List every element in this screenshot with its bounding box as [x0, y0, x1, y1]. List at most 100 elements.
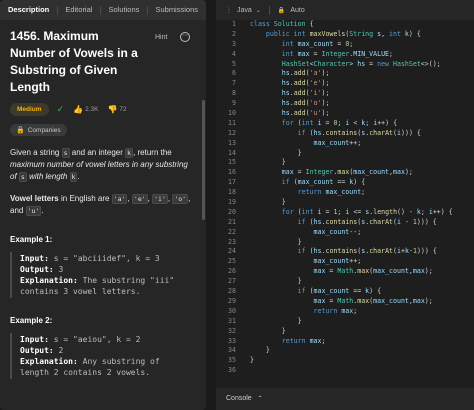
companies-button[interactable]: 🔒 Companies: [10, 124, 67, 136]
lock-icon: 🔒: [16, 127, 25, 134]
code-token: length: [373, 207, 398, 216]
code-line[interactable]: 35}: [216, 356, 474, 366]
code-line[interactable]: 17 if (max_count == k) {: [216, 178, 474, 188]
code-token: max: [412, 296, 425, 305]
code-token: int: [301, 207, 318, 216]
inline-code: 'o': [172, 194, 189, 204]
line-number: 26: [228, 267, 236, 276]
code-line[interactable]: 29 max = Math.max(max_count,max);: [216, 297, 474, 307]
console-label: Console: [226, 395, 252, 402]
code-line[interactable]: 13 max_count++;: [216, 139, 474, 149]
chevron-up-icon[interactable]: ⌃: [258, 396, 263, 402]
line-number: 33: [228, 336, 236, 345]
inline-code: s: [61, 148, 70, 158]
companies-label: Companies: [27, 126, 61, 134]
code-token: =: [325, 267, 338, 276]
code-line[interactable]: 1 class Solution {: [216, 20, 474, 30]
tab-editorial[interactable]: Editorial: [57, 0, 100, 20]
code-token: }: [250, 316, 302, 325]
code-line[interactable]: 25 max_count++;: [216, 257, 474, 267]
code-token: max: [341, 306, 354, 315]
code-line[interactable]: 9 hs.add('o');: [216, 99, 474, 109]
code-line[interactable]: 16 max = Integer.max(max_count,max);: [216, 168, 474, 178]
code-line[interactable]: 4 int max = Integer.MIN_VALUE;: [216, 50, 474, 60]
code-line[interactable]: 6 hs.add('a');: [216, 69, 474, 79]
code-editor-panel: ⋮ Java ⌄ 🔒 Auto 1 class Solution {2 publi…: [216, 0, 474, 410]
code-line[interactable]: 19 }: [216, 198, 474, 208]
code-line[interactable]: 14 }: [216, 149, 474, 159]
code-line[interactable]: 33 return max;: [216, 337, 474, 347]
code-token: }: [250, 198, 286, 207]
code-line[interactable]: 12 if (hs.contains(s.charAt(i))) {: [216, 129, 474, 139]
auto-mode-label[interactable]: Auto: [290, 7, 304, 14]
difficulty-badge: Medium: [10, 102, 49, 116]
code-token: max_count: [313, 287, 350, 296]
description-scrollbar[interactable]: [202, 100, 205, 220]
example-input: s = "aeiou", k = 2: [53, 335, 141, 344]
console-toggle[interactable]: Console ⌃: [216, 388, 474, 410]
language-select[interactable]: Java: [237, 7, 252, 14]
hint-button[interactable]: Hint: [155, 34, 167, 41]
example-output: 3: [58, 265, 64, 274]
drag-handle-icon[interactable]: ⋮: [226, 7, 232, 14]
code-line[interactable]: 32 }: [216, 327, 474, 337]
code-line[interactable]: 2 public int maxVowels(String s, int k) …: [216, 30, 474, 40]
example-1-title: Example 1:: [10, 235, 53, 244]
code-token: if: [297, 128, 310, 137]
code-line[interactable]: 10 hs.add('u');: [216, 109, 474, 119]
code-line[interactable]: 3 int max_count = 0;: [216, 40, 474, 50]
code-token: 'u': [309, 109, 322, 118]
code-token: }: [250, 158, 286, 167]
code-line[interactable]: 18 return max_count;: [216, 188, 474, 198]
code-token: ))) {: [416, 217, 437, 226]
code-token: () -: [397, 207, 417, 216]
code-token: hs: [281, 69, 290, 78]
code-token: =: [333, 39, 346, 48]
code-token: );: [424, 267, 433, 276]
code-line[interactable]: 5 HashSet<Character> hs = new HashSet<>(…: [216, 60, 474, 70]
tab-description[interactable]: Description: [0, 0, 57, 20]
code-token: hs: [357, 59, 366, 68]
code-line[interactable]: 22 max_count--;: [216, 228, 474, 238]
code-token: for: [281, 207, 298, 216]
code-line[interactable]: 8 hs.add('i');: [216, 89, 474, 99]
code-line[interactable]: 7 hs.add('e');: [216, 79, 474, 89]
code-line[interactable]: 27 }: [216, 277, 474, 287]
example-input: s = "abciiidef", k = 3: [53, 254, 160, 263]
more-options-icon[interactable]: ⋯: [180, 32, 190, 42]
code-line[interactable]: 30 return max;: [216, 307, 474, 317]
inline-code: 'i': [152, 194, 168, 204]
code-line[interactable]: 34 }: [216, 346, 474, 356]
tab-submissions[interactable]: Submissions: [147, 0, 206, 20]
code-token: max_count: [313, 227, 350, 236]
tab-solutions[interactable]: Solutions: [101, 0, 148, 20]
explanation-label: Explanation:: [20, 357, 78, 366]
code-line[interactable]: 36: [216, 366, 474, 376]
code-token: if: [297, 247, 310, 256]
problem-title: 1456. Maximum Number of Vowels in a Subs…: [10, 29, 138, 94]
code-line[interactable]: 26 max = Math.max(max_count,max);: [216, 267, 474, 277]
code-token: new: [377, 59, 393, 68]
code-line[interactable]: 28 if (max_count == k) {: [216, 287, 474, 297]
code-token: =: [325, 296, 338, 305]
code-line[interactable]: 15 }: [216, 158, 474, 168]
code-line[interactable]: 23 }: [216, 238, 474, 248]
dislike-icon[interactable]: 👎: [107, 105, 117, 114]
like-icon[interactable]: 👍: [73, 105, 83, 114]
inline-code: 'u': [25, 206, 42, 216]
code-line[interactable]: 31 }: [216, 317, 474, 327]
code-line[interactable]: 20 for (int i = 1; i <= s.length() - k; …: [216, 208, 474, 218]
line-number: 13: [228, 138, 236, 147]
code-token: add: [293, 99, 306, 108]
code-line[interactable]: 21 if (hs.contains(s.charAt(i - 1))) {: [216, 218, 474, 228]
code-line[interactable]: 24 if (hs.contains(s.charAt(i+k-1))) {: [216, 247, 474, 257]
code-token: -: [401, 217, 413, 226]
code-line[interactable]: 11 for (int i = 0; i < k; i++) {: [216, 119, 474, 129]
code-token: max_count: [313, 138, 350, 147]
chevron-down-icon[interactable]: ⌄: [256, 7, 261, 14]
code-token: Math: [337, 296, 354, 305]
code-token: contains: [325, 247, 358, 256]
code-editor[interactable]: 1 class Solution {2 public int maxVowels(…: [216, 20, 474, 385]
